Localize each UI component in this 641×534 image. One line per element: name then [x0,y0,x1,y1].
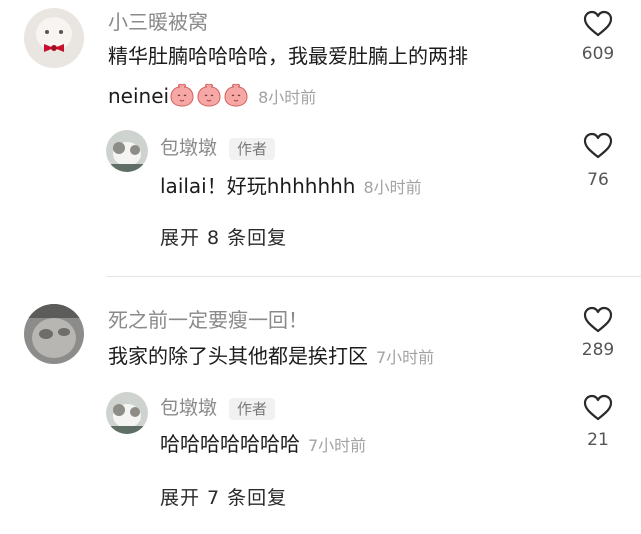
like-button[interactable] [578,306,618,338]
peach-face-emoji-icon [196,83,222,114]
comment-time: 7小时前 [376,348,435,367]
avatar[interactable] [24,8,84,68]
peach-face-emoji-icon [223,83,249,114]
author-badge: 作者 [229,137,276,160]
comment-text-tail: neinei [108,84,170,108]
comment-text-line2: neinei 8小时前 [108,82,316,114]
like-button[interactable] [578,10,618,42]
comment-time: 8小时前 [258,88,317,107]
reply-text-row: lailai！好玩hhhhhhh 8小时前 [160,172,422,202]
comment-username[interactable]: 死之前一定要瘦一回！ [108,308,308,332]
reply-username[interactable]: 包墩墩 [160,397,217,419]
reply-text: lailai！好玩hhhhhhh [160,174,356,198]
reply-username[interactable]: 包墩墩 [160,137,217,159]
comment-username[interactable]: 小三暖被窝 [108,10,208,34]
like-count: 289 [581,340,615,360]
reply-time: 8小时前 [363,178,422,197]
reply-text: 哈哈哈哈哈哈哈 [160,432,300,456]
expand-replies-button[interactable]: 展开 8 条回复 [160,226,287,250]
reply-like-button[interactable] [578,394,618,426]
like-count: 609 [581,44,615,64]
peach-face-emoji-icon [169,83,195,114]
reply-like-button[interactable] [578,132,618,164]
reply-username-row: 包墩墩 作者 [160,136,276,160]
reply-avatar[interactable] [106,392,148,434]
heart-outline-icon [583,132,613,164]
heart-outline-icon [583,306,613,338]
heart-outline-icon [583,10,613,42]
heart-outline-icon [583,394,613,426]
comment-text-row: 我家的除了头其他都是挨打区 7小时前 [108,342,434,372]
reply-avatar[interactable] [106,130,148,172]
reply-like-count: 21 [587,430,609,450]
reply-like-count: 76 [587,170,609,190]
divider [106,276,641,277]
comment-text: 精华肚腩哈哈哈哈，我最爱肚腩上的两排 [108,44,468,68]
reply-text-row: 哈哈哈哈哈哈哈 7小时前 [160,430,366,460]
reply-username-row: 包墩墩 作者 [160,396,276,420]
avatar[interactable] [24,304,84,364]
reply-time: 7小时前 [308,436,367,455]
expand-replies-button[interactable]: 展开 7 条回复 [160,486,287,510]
comment-text: 我家的除了头其他都是挨打区 [108,344,368,368]
author-badge: 作者 [229,397,276,420]
